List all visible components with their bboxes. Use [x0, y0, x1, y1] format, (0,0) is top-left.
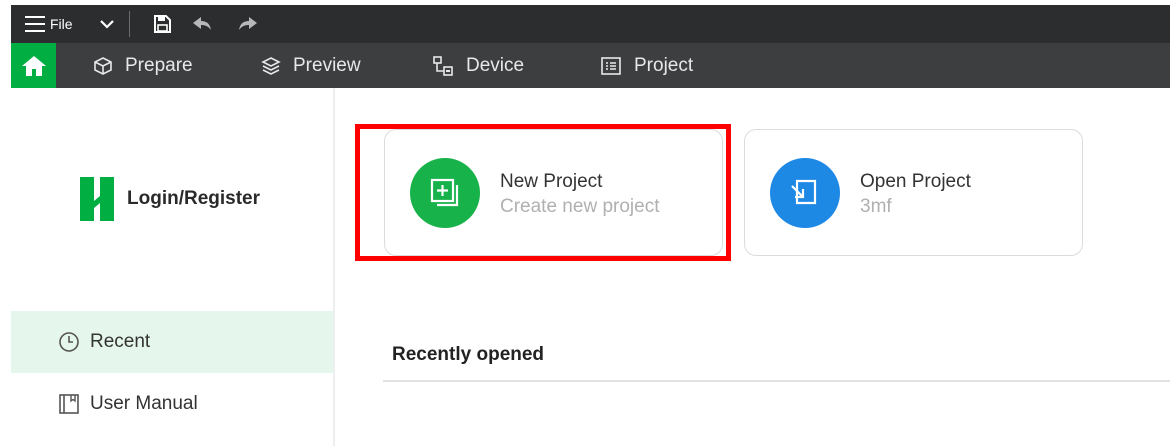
main-menu-bar: Prepare Preview Device Project — [11, 43, 1170, 88]
window-left-edge — [0, 0, 11, 446]
file-menu-button[interactable]: File — [25, 16, 73, 32]
tab-project-label: Project — [634, 54, 694, 76]
tab-device-label: Device — [466, 54, 525, 76]
tab-prepare-label: Prepare — [125, 54, 193, 76]
sidebar-item-label: User Manual — [90, 393, 198, 414]
sidebar-item-recent[interactable]: Recent — [11, 311, 333, 373]
chevron-down-icon[interactable] — [99, 5, 115, 43]
sidebar-item-user-manual[interactable]: User Manual — [11, 373, 333, 435]
undo-icon[interactable] — [192, 5, 212, 43]
book-icon — [59, 394, 79, 414]
device-icon — [433, 55, 453, 76]
hamburger-icon — [25, 16, 45, 32]
home-tab[interactable] — [11, 43, 56, 88]
titlebar-divider — [128, 11, 130, 37]
title-bar: File — [11, 5, 1170, 43]
file-menu-label: File — [50, 16, 73, 32]
save-icon[interactable] — [152, 5, 172, 43]
recently-opened-divider — [383, 380, 1170, 382]
tab-project[interactable]: Project — [600, 43, 693, 88]
brand-logo-icon — [80, 177, 114, 221]
clock-icon — [59, 332, 79, 352]
cube-icon — [94, 56, 112, 75]
project-list-icon — [601, 56, 621, 75]
layers-icon — [261, 56, 281, 75]
tab-preview-label: Preview — [293, 54, 361, 76]
login-register-label: Login/Register — [127, 188, 261, 209]
open-project-subtitle: 3mf — [860, 196, 892, 217]
highlight-box — [355, 124, 731, 261]
open-project-icon — [770, 158, 840, 228]
open-project-title: Open Project — [860, 171, 971, 192]
recently-opened-heading: Recently opened — [392, 344, 545, 365]
tab-prepare[interactable]: Prepare — [93, 43, 193, 88]
sidebar: Login/Register Recent User Manual — [11, 88, 333, 446]
sidebar-item-label: Recent — [90, 331, 151, 352]
redo-icon[interactable] — [238, 5, 258, 43]
home-icon — [21, 55, 46, 76]
login-register-button[interactable]: Login/Register — [80, 177, 260, 221]
tab-device[interactable]: Device — [432, 43, 524, 88]
tab-preview[interactable]: Preview — [261, 43, 361, 88]
sidebar-divider — [333, 88, 335, 446]
open-project-card[interactable]: Open Project 3mf — [744, 129, 1083, 256]
